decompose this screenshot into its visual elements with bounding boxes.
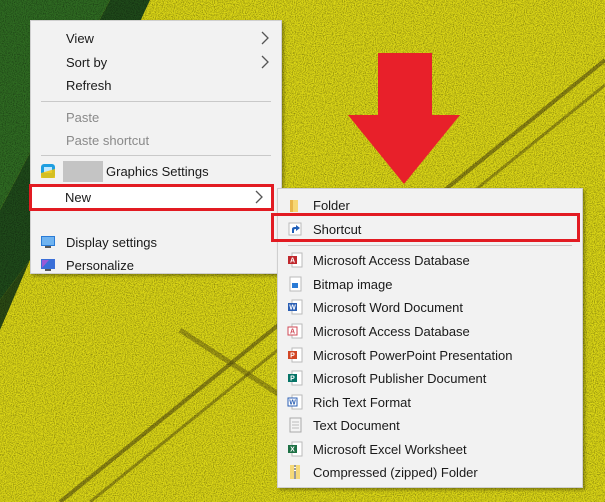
- submenu-item-label: Text Document: [313, 418, 400, 433]
- submenu-item-label: Rich Text Format: [313, 395, 412, 410]
- word-icon: W: [288, 299, 303, 315]
- graphics-settings-icon: [41, 164, 55, 178]
- desktop-context-menu: View Sort by Refresh Paste Paste shortcu…: [30, 20, 282, 274]
- svg-text:W: W: [289, 305, 296, 312]
- submenu-item-shortcut[interactable]: Shortcut: [278, 218, 582, 241]
- submenu-item-label: Microsoft PowerPoint Presentation: [313, 348, 513, 363]
- submenu-item-label: Folder: [313, 198, 350, 213]
- text-document-icon: [289, 417, 302, 433]
- submenu-item-label: Microsoft Word Document: [313, 300, 464, 315]
- menu-item-refresh[interactable]: Refresh: [31, 74, 281, 97]
- shortcut-icon: [288, 222, 302, 236]
- menu-item-view[interactable]: View: [31, 27, 281, 50]
- chevron-right-icon: [261, 31, 269, 45]
- submenu-item-bitmap-image[interactable]: Bitmap image: [278, 273, 582, 296]
- submenu-item-label: Microsoft Access Database: [313, 253, 470, 268]
- menu-item-label: Personalize: [66, 258, 134, 273]
- redacted-vendor-name: [63, 161, 103, 182]
- menu-separator: [288, 245, 572, 246]
- submenu-item-label: Microsoft Excel Worksheet: [313, 442, 467, 457]
- svg-text:A: A: [290, 329, 295, 336]
- chevron-right-icon: [261, 55, 269, 69]
- submenu-item-rich-text-format[interactable]: W Rich Text Format: [278, 391, 582, 414]
- menu-item-label: Paste: [66, 110, 100, 125]
- menu-item-label: Sort by: [66, 55, 108, 70]
- submenu-item-publisher-document[interactable]: P Microsoft Publisher Document: [278, 367, 582, 390]
- publisher-icon: P: [288, 370, 303, 386]
- svg-text:A: A: [290, 258, 295, 265]
- submenu-item-label: Compressed (zipped) Folder: [313, 465, 478, 480]
- rtf-icon: W: [287, 394, 303, 410]
- menu-item-graphics-settings[interactable]: Graphics Settings: [31, 160, 281, 183]
- submenu-item-text-document[interactable]: Text Document: [278, 414, 582, 437]
- menu-separator: [41, 101, 271, 102]
- menu-item-label: View: [66, 31, 94, 46]
- menu-item-label: Display settings: [66, 235, 158, 250]
- bitmap-icon: [289, 276, 302, 292]
- excel-icon: X: [288, 441, 303, 457]
- submenu-item-label: Microsoft Access Database: [313, 324, 470, 339]
- menu-separator: [41, 155, 271, 156]
- menu-item-label: Refresh: [66, 78, 112, 93]
- submenu-item-label: Shortcut: [313, 222, 362, 237]
- red-arrow-annotation: [348, 53, 460, 184]
- display-settings-icon: [41, 236, 55, 248]
- submenu-item-label: Bitmap image: [313, 277, 393, 292]
- svg-text:P: P: [290, 376, 295, 383]
- menu-item-paste-shortcut[interactable]: Paste shortcut: [31, 129, 281, 152]
- access-icon: A: [287, 323, 303, 339]
- menu-item-sort-by[interactable]: Sort by: [31, 51, 281, 74]
- submenu-item-label: Microsoft Publisher Document: [313, 371, 487, 386]
- submenu-item-access-database-2[interactable]: A Microsoft Access Database: [278, 320, 582, 343]
- menu-item-display-settings[interactable]: Display settings: [31, 231, 281, 254]
- svg-text:X: X: [290, 447, 295, 454]
- submenu-item-compressed-folder[interactable]: Compressed (zipped) Folder: [278, 461, 582, 484]
- zip-folder-icon: [290, 465, 300, 479]
- svg-text:W: W: [289, 400, 296, 407]
- submenu-item-word-document[interactable]: W Microsoft Word Document: [278, 296, 582, 319]
- submenu-item-access-database[interactable]: A Microsoft Access Database: [278, 249, 582, 272]
- menu-item-paste[interactable]: Paste: [31, 106, 281, 129]
- svg-text:P: P: [290, 353, 295, 360]
- menu-item-label: Paste shortcut: [66, 133, 150, 148]
- submenu-item-powerpoint-presentation[interactable]: P Microsoft PowerPoint Presentation: [278, 344, 582, 367]
- submenu-item-folder[interactable]: Folder: [278, 194, 582, 217]
- menu-item-label: Graphics Settings: [106, 164, 209, 179]
- submenu-item-excel-worksheet[interactable]: X Microsoft Excel Worksheet: [278, 438, 582, 461]
- powerpoint-icon: P: [288, 347, 303, 363]
- access-icon: A: [288, 252, 303, 268]
- folder-icon: [290, 200, 298, 212]
- personalize-icon: [41, 259, 55, 271]
- new-submenu: Folder Shortcut A Microsoft Access Datab…: [277, 188, 583, 488]
- menu-item-personalize[interactable]: Personalize: [31, 254, 281, 277]
